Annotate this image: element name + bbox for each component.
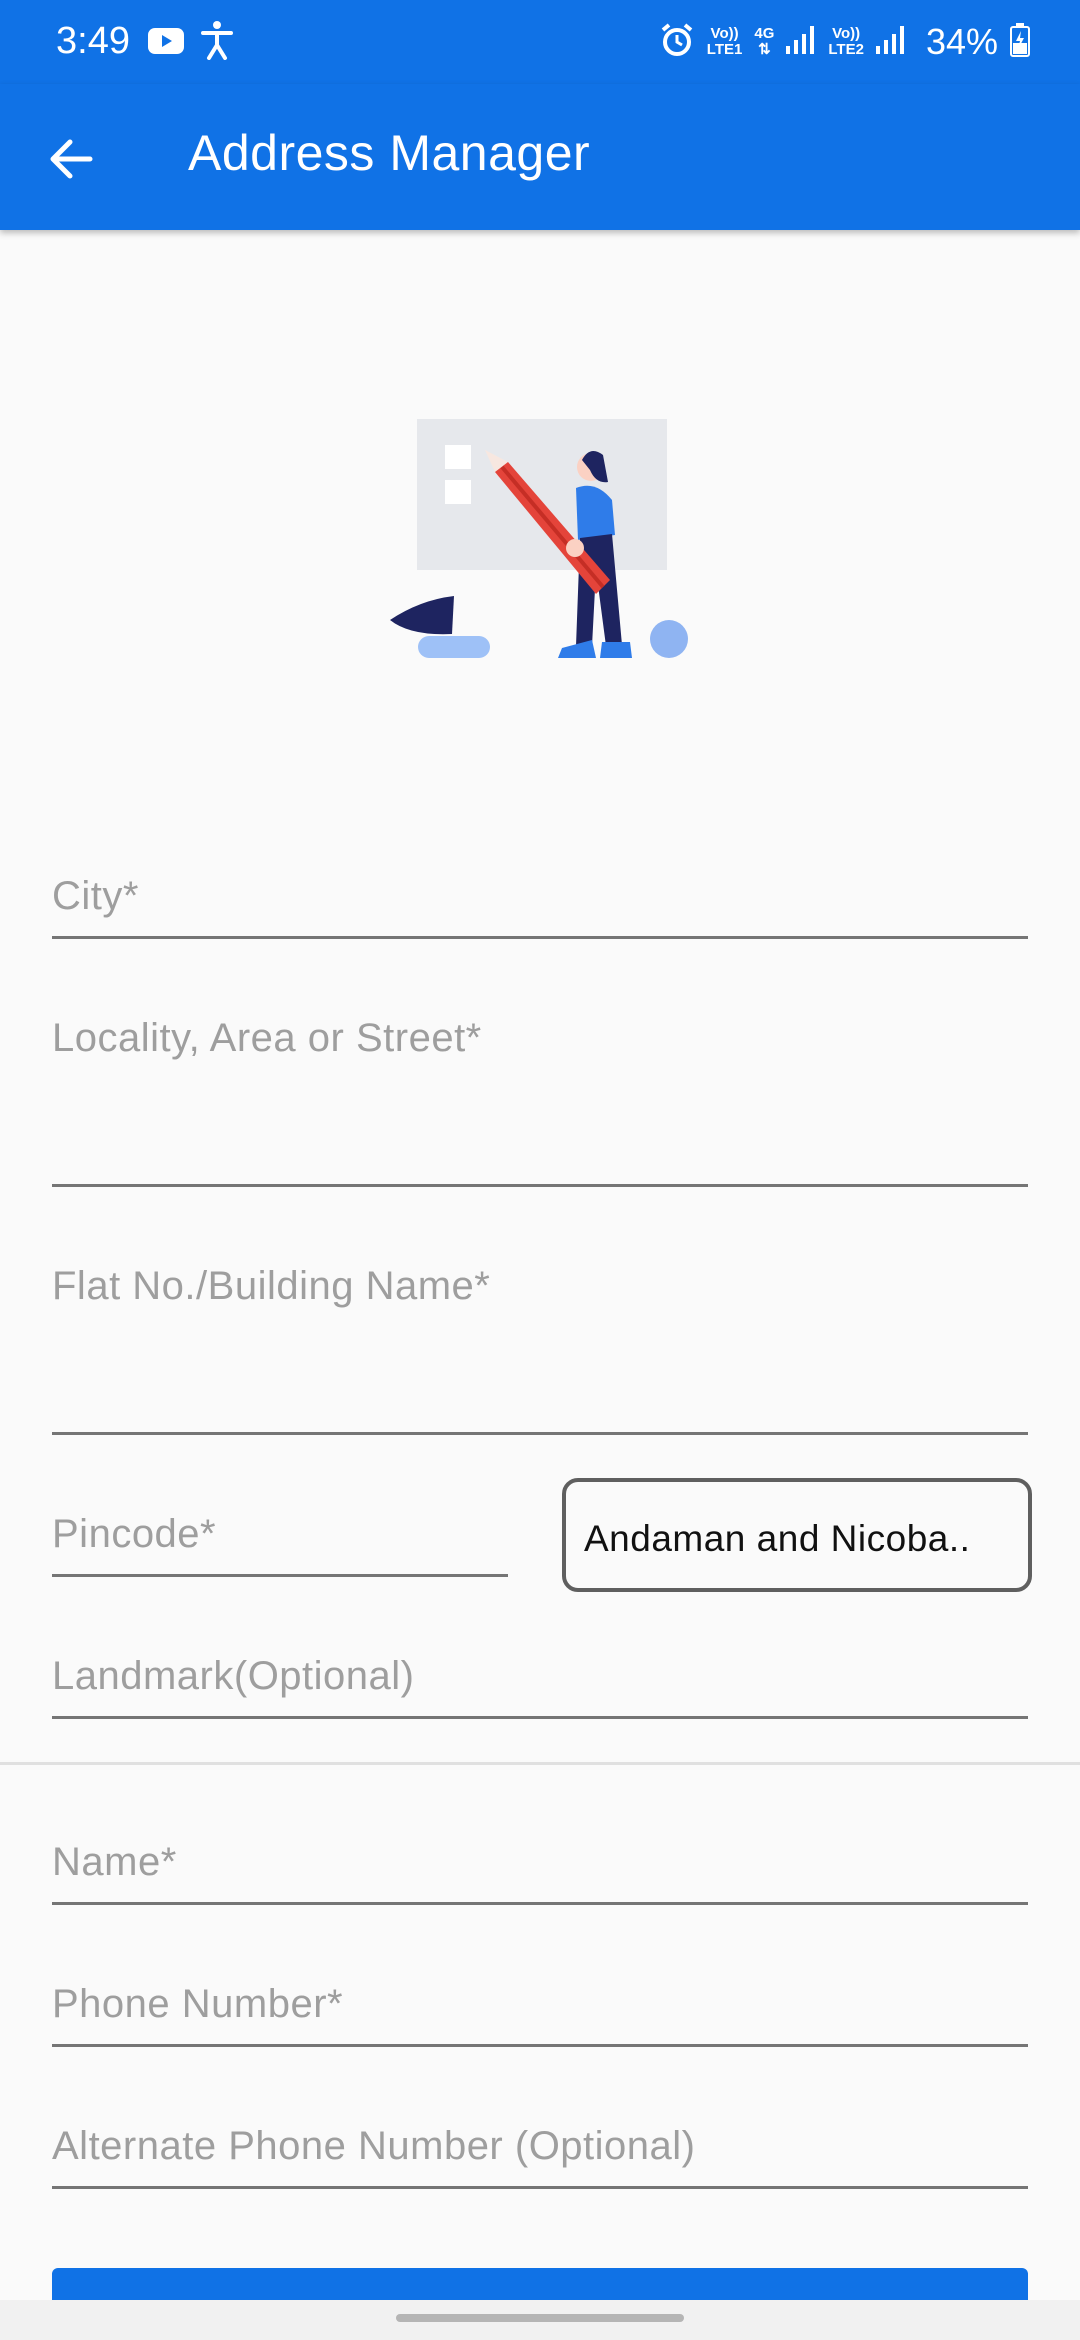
pincode-field[interactable]: Pincode*: [52, 1512, 508, 1577]
battery-icon: [1010, 22, 1030, 62]
phone-field[interactable]: Phone Number*: [52, 1982, 1028, 2047]
locality-field[interactable]: Locality, Area or Street*: [52, 1016, 1028, 1187]
signal-icon-2: [875, 24, 906, 61]
alarm-icon: [659, 22, 695, 63]
locality-label: Locality, Area or Street*: [52, 1016, 482, 1060]
phone-label: Phone Number*: [52, 1982, 344, 2026]
city-field[interactable]: City*: [52, 874, 1028, 939]
landmark-label: Landmark(Optional): [52, 1654, 415, 1698]
landmark-field[interactable]: Landmark(Optional): [52, 1654, 1028, 1719]
flat-label: Flat No./Building Name*: [52, 1264, 491, 1308]
status-icons: Vo)) LTE1 4G ⇅ Vo)) LTE2 34%: [659, 18, 1030, 66]
home-indicator[interactable]: [396, 2314, 684, 2322]
arrow-left-icon: [50, 139, 93, 179]
network-sim1: Vo)) LTE1: [706, 25, 743, 58]
flat-building-field[interactable]: Flat No./Building Name*: [52, 1264, 1028, 1435]
battery-percentage: 34%: [925, 21, 998, 62]
section-divider: [0, 1762, 1080, 1765]
page-title: Address Manager: [188, 125, 591, 181]
alternate-phone-field[interactable]: Alternate Phone Number (Optional): [52, 2124, 1028, 2189]
network-type: 4G ⇅: [754, 25, 775, 58]
back-button[interactable]: [40, 126, 106, 192]
state-value: Andaman and Nicoba..: [584, 1518, 971, 1559]
address-illustration: [390, 410, 700, 670]
pincode-label: Pincode*: [52, 1512, 217, 1556]
app-bar: Address Manager: [0, 84, 1080, 230]
alternate-phone-label: Alternate Phone Number (Optional): [52, 2124, 696, 2168]
city-label: City*: [52, 874, 139, 918]
name-field[interactable]: Name*: [52, 1840, 1028, 1905]
status-bar: 3:49 Vo)) LTE1 4G ⇅ Vo)) LTE2 34%: [0, 0, 1080, 84]
state-dropdown[interactable]: Andaman and Nicoba..: [562, 1478, 1032, 1592]
youtube-icon: [148, 28, 184, 59]
signal-icon: [786, 24, 816, 61]
name-label: Name*: [52, 1840, 177, 1884]
accessibility-icon: [200, 20, 234, 65]
navigation-bar: [0, 2300, 1080, 2340]
network-sim2: Vo)) LTE2: [828, 25, 864, 58]
status-time: 3:49: [56, 20, 130, 62]
